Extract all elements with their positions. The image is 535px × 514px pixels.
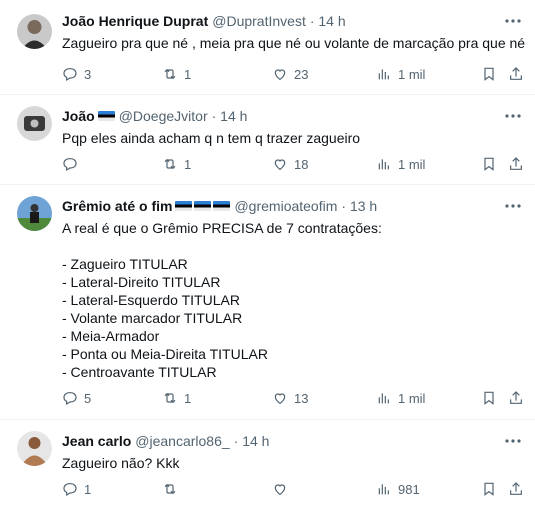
retweet-count: 1 xyxy=(184,156,192,172)
timestamp[interactable]: · 14 h xyxy=(234,432,270,450)
like-button[interactable] xyxy=(272,479,294,499)
like-button[interactable]: 18 xyxy=(272,154,308,174)
share-button[interactable] xyxy=(508,479,524,499)
like-icon xyxy=(274,159,286,171)
timestamp[interactable]: · 14 h xyxy=(310,12,346,30)
views-icon xyxy=(378,69,389,80)
user-handle[interactable]: @DupratInvest xyxy=(212,12,306,30)
like-button[interactable]: 23 xyxy=(272,64,308,84)
share-icon xyxy=(510,482,522,495)
view-count: 1 mil xyxy=(398,156,426,172)
user-handle[interactable]: @jeancarlo86_ xyxy=(135,432,229,450)
share-button[interactable] xyxy=(508,64,524,84)
bookmark-button[interactable] xyxy=(481,388,497,408)
timestamp[interactable]: · 13 h xyxy=(341,197,377,215)
like-icon xyxy=(274,69,286,81)
more-icon[interactable] xyxy=(503,432,523,450)
like-count: 13 xyxy=(294,390,309,406)
bookmark-button[interactable] xyxy=(481,64,497,84)
view-count: 1 mil xyxy=(398,390,426,406)
tweet-text: Zagueiro pra que né , meia pra que né ou… xyxy=(62,35,526,51)
bookmark-icon xyxy=(484,482,494,496)
avatar[interactable] xyxy=(17,106,52,141)
retweet-button[interactable]: 1 xyxy=(162,64,191,84)
display-name[interactable]: João xyxy=(62,107,95,125)
reply-button[interactable]: 5 xyxy=(62,388,91,408)
views-icon xyxy=(378,393,389,404)
reply-button[interactable] xyxy=(62,154,84,174)
retweet-count: 1 xyxy=(184,390,192,406)
tweet[interactable]: João @DoegeJvitor · 14 h Pqp eles ainda … xyxy=(0,95,535,185)
reply-icon xyxy=(63,392,77,406)
reply-count: 3 xyxy=(84,66,92,82)
tweet-text: A real é que o Grêmio PRECISA de 7 contr… xyxy=(62,220,382,380)
retweet-button[interactable]: 1 xyxy=(162,388,191,408)
share-button[interactable] xyxy=(508,154,524,174)
flag-emoji xyxy=(97,111,115,121)
tweet-text: Zagueiro não? Kkk xyxy=(62,455,180,471)
share-icon xyxy=(510,391,522,404)
retweet-button[interactable] xyxy=(162,479,184,499)
retweet-icon xyxy=(164,392,176,404)
flag-emoji xyxy=(175,201,231,211)
retweet-icon xyxy=(164,483,176,495)
share-icon xyxy=(510,157,522,170)
views-icon xyxy=(378,159,389,170)
like-icon xyxy=(274,393,286,405)
like-count: 23 xyxy=(294,66,309,82)
bookmark-icon xyxy=(484,157,494,171)
more-icon[interactable] xyxy=(503,12,523,30)
tweet-text: Pqp eles ainda acham q n tem q trazer za… xyxy=(62,130,361,146)
views-button[interactable]: 1 mil xyxy=(376,154,425,174)
retweet-button[interactable]: 1 xyxy=(162,154,191,174)
reply-icon xyxy=(63,158,77,172)
bookmark-icon xyxy=(484,67,494,81)
display-name[interactable]: João Henrique Duprat xyxy=(62,12,208,30)
avatar[interactable] xyxy=(17,196,52,231)
timestamp[interactable]: · 14 h xyxy=(212,107,248,125)
reply-icon xyxy=(63,68,77,82)
display-name[interactable]: Grêmio até o fim xyxy=(62,197,172,215)
share-button[interactable] xyxy=(508,388,524,408)
views-button[interactable]: 1 mil xyxy=(376,388,425,408)
tweet[interactable]: Grêmio até o fim @gremioateofim · 13 h A… xyxy=(0,185,535,420)
like-button[interactable]: 13 xyxy=(272,388,308,408)
display-name[interactable]: Jean carlo xyxy=(62,432,131,450)
avatar[interactable] xyxy=(17,431,52,466)
tweet[interactable]: João Henrique Duprat @DupratInvest · 14 … xyxy=(0,0,535,95)
tweet[interactable]: Jean carlo @jeancarlo86_ · 14 h Zagueiro… xyxy=(0,420,535,514)
like-icon xyxy=(274,484,286,496)
view-count: 1 mil xyxy=(398,66,426,82)
share-icon xyxy=(510,67,522,80)
user-handle[interactable]: @DoegeJvitor xyxy=(119,107,208,125)
like-count: 18 xyxy=(294,156,309,172)
reply-button[interactable]: 3 xyxy=(62,64,91,84)
bookmark-button[interactable] xyxy=(481,154,497,174)
retweet-icon xyxy=(164,68,176,80)
views-button[interactable]: 1 mil xyxy=(376,64,425,84)
bookmark-icon xyxy=(484,391,494,405)
reply-count: 1 xyxy=(84,481,92,497)
more-icon[interactable] xyxy=(503,107,523,125)
view-count: 981 xyxy=(398,481,420,497)
retweet-count: 1 xyxy=(184,66,192,82)
retweet-icon xyxy=(164,158,176,170)
reply-button[interactable]: 1 xyxy=(62,479,91,499)
reply-count: 5 xyxy=(84,390,92,406)
views-icon xyxy=(378,484,389,495)
bookmark-button[interactable] xyxy=(481,479,497,499)
avatar[interactable] xyxy=(17,14,52,49)
reply-icon xyxy=(63,483,77,497)
user-handle[interactable]: @gremioateofim xyxy=(234,197,337,215)
views-button[interactable]: 981 xyxy=(376,479,420,499)
more-icon[interactable] xyxy=(503,197,523,215)
